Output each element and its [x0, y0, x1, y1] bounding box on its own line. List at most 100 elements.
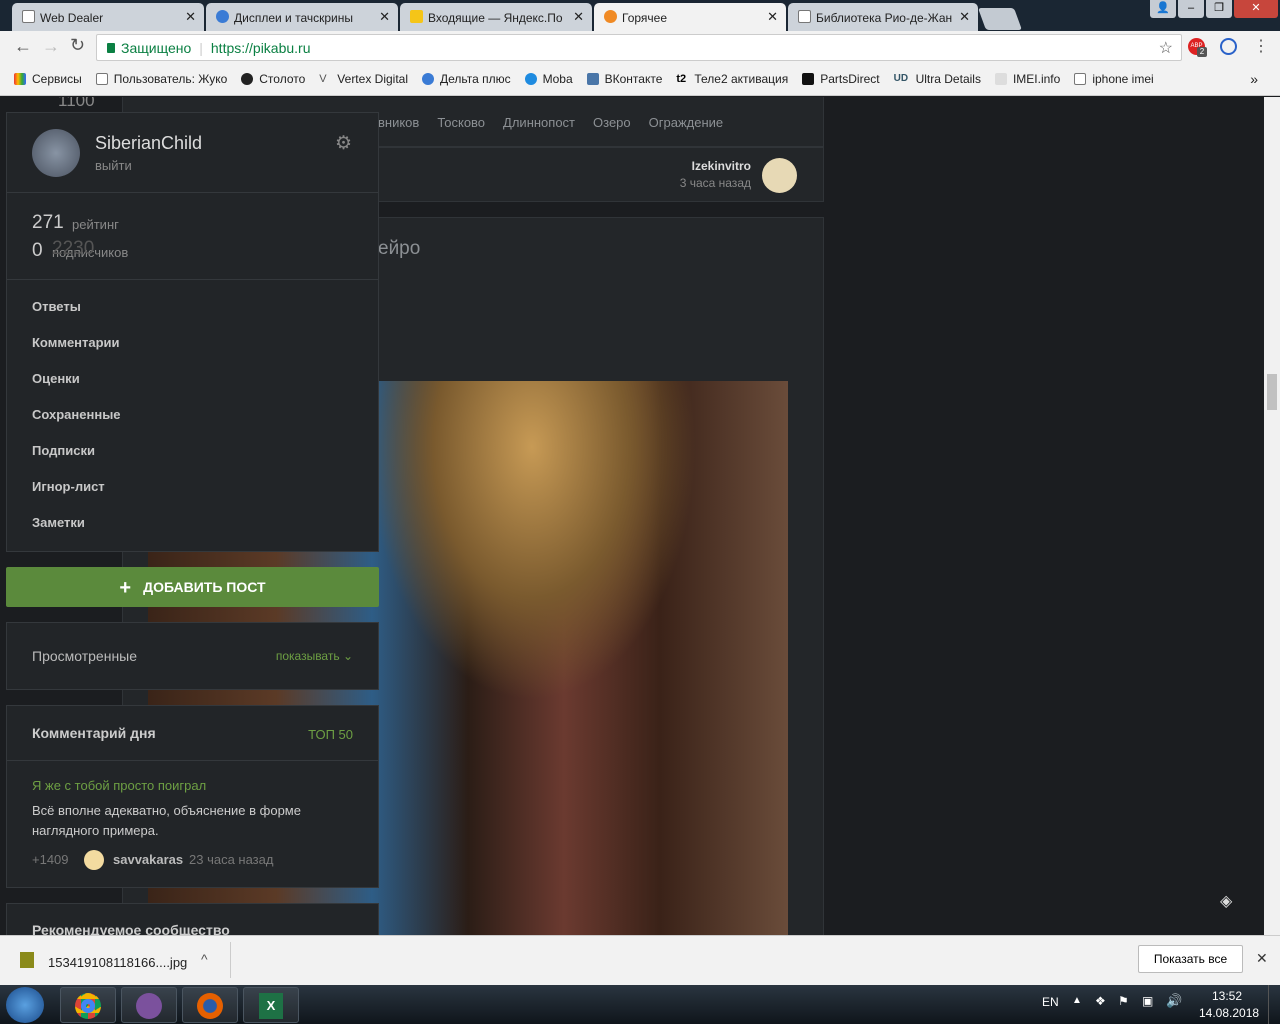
- bookmark-moba[interactable]: Moba: [524, 72, 573, 86]
- comment-author[interactable]: savvakaras: [113, 852, 183, 867]
- bookmark-tele2[interactable]: t2 Теле2 активация: [676, 72, 788, 86]
- bookmark-vk[interactable]: ВКонтакте: [586, 72, 662, 86]
- chevron-up-icon[interactable]: ^: [201, 951, 208, 967]
- menu-item-saved[interactable]: Сохраненные: [7, 397, 378, 433]
- add-post-button[interactable]: + ДОБАВИТЬ ПОСТ: [6, 567, 379, 607]
- bookmark-vertex[interactable]: V Vertex Digital: [319, 72, 408, 86]
- back-icon[interactable]: ←: [14, 36, 32, 57]
- menu-item-replies[interactable]: Ответы: [7, 289, 378, 325]
- firefox-taskbar-icon[interactable]: [182, 987, 238, 1023]
- language-indicator[interactable]: EN: [1042, 995, 1059, 1009]
- address-bar[interactable]: Защищено | https://pikabu.ru ☆: [96, 34, 1182, 61]
- commenter-avatar[interactable]: [84, 850, 104, 870]
- show-all-downloads-button[interactable]: Показать все: [1138, 945, 1243, 973]
- bookmark-user[interactable]: Пользователь: Жуко: [95, 72, 227, 86]
- user-avatar[interactable]: [32, 129, 80, 177]
- menu-item-ratings[interactable]: Оценки: [7, 361, 378, 397]
- bookmark-partsdirect[interactable]: PartsDirect: [802, 72, 880, 86]
- tab-pikabu-hot[interactable]: Горячее ✕: [594, 3, 786, 31]
- bookmark-delta[interactable]: Дельта плюс: [422, 72, 511, 86]
- show-desktop-button[interactable]: [1268, 985, 1280, 1024]
- tab-library[interactable]: Библиотека Рио-де-Жан ✕: [788, 3, 978, 31]
- comment-score: +1409: [32, 852, 69, 867]
- tab-yandex-mail[interactable]: Входящие — Яндекс.По ✕: [400, 3, 592, 31]
- chrome-taskbar-icon[interactable]: [60, 987, 116, 1023]
- close-tab-icon[interactable]: ✕: [959, 9, 970, 25]
- menu-item-subscriptions[interactable]: Подписки: [7, 433, 378, 469]
- tab-strip: Web Dealer ✕ Дисплеи и тачскрины ✕ Входящи…: [0, 0, 1280, 31]
- add-post-label: ДОБАВИТЬ ПОСТ: [143, 579, 266, 595]
- new-tab-button[interactable]: [977, 8, 1023, 30]
- download-filename[interactable]: 153419108118166....jpg: [48, 955, 187, 970]
- scrollbar-thumb[interactable]: [1267, 374, 1277, 410]
- delta-icon: [422, 73, 434, 85]
- tag[interactable]: вников: [378, 115, 419, 130]
- window-controls: 👤 – ❐ ✕: [1150, 0, 1278, 20]
- mail-icon: [410, 10, 423, 23]
- count-overlay: 2230: [52, 238, 95, 259]
- volume-icon[interactable]: 🔊: [1166, 993, 1182, 1009]
- tag[interactable]: Тосково: [437, 115, 485, 130]
- bookmark-stoloto[interactable]: Столото: [241, 72, 305, 86]
- reload-icon[interactable]: ↻: [70, 35, 85, 56]
- recommended-community-panel: Рекомендуемое сообщество: [6, 903, 379, 935]
- close-tab-icon[interactable]: ✕: [185, 9, 196, 25]
- close-tab-icon[interactable]: ✕: [573, 9, 584, 25]
- recommended-title: Рекомендуемое сообщество: [32, 922, 230, 935]
- logout-link[interactable]: выйти: [95, 158, 132, 173]
- tab-label: Входящие — Яндекс.По: [428, 11, 563, 25]
- paint-bucket-icon[interactable]: ◈: [1220, 891, 1232, 911]
- page-icon: [798, 10, 811, 23]
- more-bookmarks-button[interactable]: »: [1250, 71, 1258, 87]
- dropbox-icon[interactable]: ❖: [1095, 994, 1106, 1008]
- jpg-file-icon: [20, 952, 34, 968]
- close-downloads-icon[interactable]: ✕: [1256, 950, 1268, 967]
- viewed-toggle[interactable]: показывать ⌄: [276, 649, 353, 663]
- forward-icon[interactable]: →: [42, 36, 60, 57]
- network-icon[interactable]: ▣: [1142, 994, 1153, 1008]
- tag[interactable]: Длиннопост: [503, 115, 575, 130]
- tag[interactable]: Ограждение: [649, 115, 724, 130]
- menu-item-ignore-list[interactable]: Игнор-лист: [7, 469, 378, 505]
- clock-time[interactable]: 13:52: [1212, 989, 1242, 1003]
- username[interactable]: SiberianChild: [95, 133, 202, 154]
- menu-item-comments[interactable]: Комментарии: [7, 325, 378, 361]
- flag-icon[interactable]: ⚑: [1118, 994, 1129, 1008]
- tag[interactable]: Озеро: [593, 115, 631, 130]
- adblock-icon[interactable]: ABP 2: [1188, 38, 1207, 57]
- top50-link[interactable]: ТОП 50: [308, 727, 353, 742]
- profile-icon[interactable]: 👤: [1150, 0, 1176, 18]
- tray-expand-icon[interactable]: ▲: [1072, 995, 1082, 1006]
- bookmark-imei[interactable]: IMEI.info: [994, 72, 1060, 86]
- viber-taskbar-icon[interactable]: [121, 987, 177, 1023]
- comment-text: Всё вполне адекватно, объяснение в форме…: [32, 803, 301, 838]
- post-title[interactable]: ейро: [378, 238, 420, 260]
- globe-icon[interactable]: [1220, 38, 1237, 55]
- excel-taskbar-icon[interactable]: X: [243, 987, 299, 1023]
- start-button[interactable]: [6, 987, 44, 1023]
- menu-icon[interactable]: ⋮: [1253, 36, 1269, 56]
- tab-label: Web Dealer: [40, 11, 104, 25]
- bookmark-ultradetails[interactable]: UD Ultra Details: [894, 72, 981, 86]
- page-scrollbar[interactable]: [1264, 97, 1280, 935]
- clock-date[interactable]: 14.08.2018: [1199, 1006, 1259, 1020]
- close-tab-icon[interactable]: ✕: [379, 9, 390, 25]
- close-tab-icon[interactable]: ✕: [767, 9, 778, 25]
- close-window-button[interactable]: ✕: [1234, 0, 1278, 18]
- page-icon: [22, 10, 35, 23]
- post-author[interactable]: Izekinvitro: [692, 159, 751, 173]
- tab-web-dealer[interactable]: Web Dealer ✕: [12, 3, 204, 31]
- author-avatar[interactable]: [762, 158, 797, 193]
- star-icon[interactable]: ☆: [1159, 38, 1173, 58]
- menu-item-notes[interactable]: Заметки: [7, 505, 378, 541]
- gear-icon[interactable]: ⚙: [335, 132, 352, 155]
- comment-day-title: Комментарий дня: [32, 725, 156, 741]
- bookmark-services[interactable]: Сервисы: [14, 72, 82, 86]
- bookmark-iphone-imei[interactable]: iphone imei: [1074, 72, 1154, 86]
- tab-displays[interactable]: Дисплеи и тачскрины ✕: [206, 3, 398, 31]
- downloads-bar: 153419108118166....jpg ^ Показать все ✕: [0, 935, 1280, 985]
- minimize-button[interactable]: –: [1178, 0, 1204, 18]
- maximize-button[interactable]: ❐: [1206, 0, 1232, 18]
- comment-post-link[interactable]: Я же с тобой просто поиграл: [32, 778, 206, 793]
- adblock-badge: 2: [1197, 47, 1207, 57]
